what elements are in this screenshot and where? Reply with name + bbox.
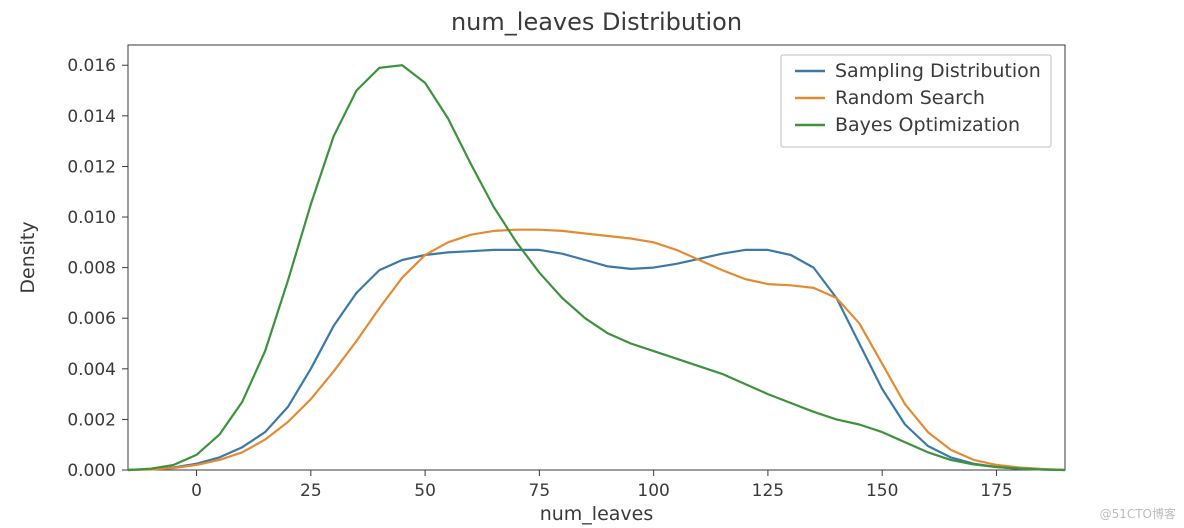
y-tick-label: 0.006	[67, 309, 116, 329]
x-tick-label: 50	[414, 481, 436, 501]
x-tick-label: 25	[300, 481, 322, 501]
x-tick-label: 150	[866, 481, 898, 501]
chart-container: 0 25 50 75 100 125 150 175 0.000 0.002 0.004 0.006 0…	[0, 0, 1184, 528]
density-chart: 0 25 50 75 100 125 150 175 0.000 0.002 0.004 0.006 0…	[0, 0, 1184, 528]
y-tick-label: 0.004	[67, 360, 116, 380]
y-tick-label: 0.002	[67, 410, 116, 430]
x-tick-label: 75	[529, 481, 551, 501]
legend-label: Bayes Optimization	[835, 114, 1020, 136]
x-tick-label: 100	[637, 481, 669, 501]
y-tick-label: 0.016	[67, 56, 116, 76]
y-tick-label: 0.000	[67, 461, 116, 481]
x-axis-label: num_leaves	[540, 503, 654, 525]
y-tick-label: 0.014	[67, 107, 116, 127]
y-tick-label: 0.012	[67, 157, 116, 177]
x-tick-label: 175	[980, 481, 1012, 501]
legend-label: Random Search	[835, 87, 985, 109]
legend-label: Sampling Distribution	[835, 60, 1041, 82]
chart-title: num_leaves Distribution	[451, 8, 742, 36]
x-tick-label: 125	[752, 481, 784, 501]
y-tick-label: 0.008	[67, 259, 116, 279]
y-tick-label: 0.010	[67, 208, 116, 228]
y-axis-label: Density	[17, 221, 39, 293]
x-tick-label: 0	[191, 481, 202, 501]
series-line	[128, 230, 1065, 470]
